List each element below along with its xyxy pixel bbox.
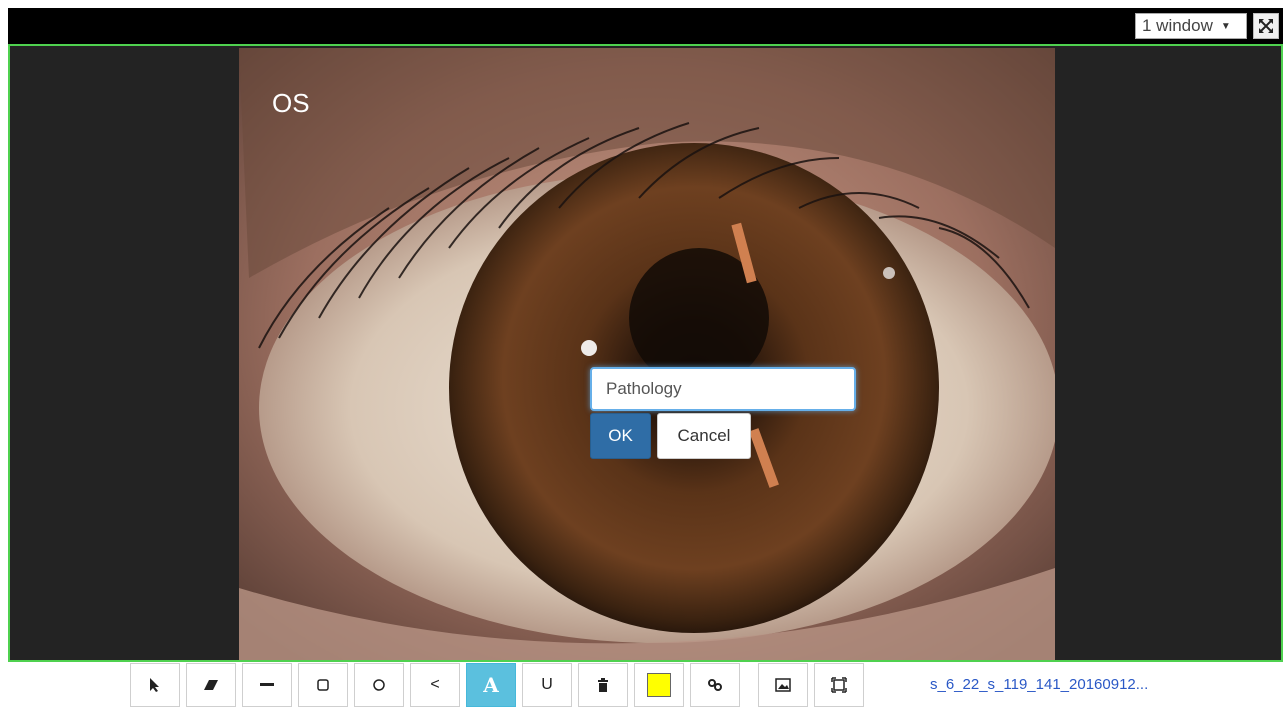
pointer-tool[interactable] bbox=[130, 663, 180, 707]
chevron-down-icon: ▼ bbox=[1220, 20, 1231, 32]
image-filename-link[interactable]: s_6_22_s_119_141_20160912... bbox=[930, 676, 1148, 693]
angle-icon: < bbox=[430, 676, 440, 693]
fullscreen-icon bbox=[1259, 19, 1273, 33]
annotation-text-input[interactable] bbox=[590, 367, 856, 411]
link-tool[interactable] bbox=[690, 663, 740, 707]
text-annotation-dialog: OK Cancel bbox=[590, 367, 856, 459]
u-shape-icon: U bbox=[541, 676, 553, 693]
cancel-button[interactable]: Cancel bbox=[657, 413, 751, 459]
image-tool[interactable] bbox=[758, 663, 808, 707]
trash-icon bbox=[598, 678, 608, 692]
text-tool[interactable]: A bbox=[466, 663, 516, 707]
text-icon: A bbox=[483, 673, 499, 697]
fit-tool[interactable] bbox=[814, 663, 864, 707]
annotation-toolbar: < A U bbox=[130, 663, 870, 707]
link-icon bbox=[708, 679, 722, 691]
image-icon bbox=[775, 678, 791, 692]
cursor-icon bbox=[150, 678, 159, 692]
fullscreen-button[interactable] bbox=[1253, 13, 1279, 39]
eraser-icon bbox=[204, 680, 218, 690]
square-icon bbox=[317, 679, 329, 691]
ok-button[interactable]: OK bbox=[590, 413, 651, 459]
image-viewport[interactable]: OS bbox=[8, 44, 1283, 662]
color-swatch-icon bbox=[647, 673, 671, 697]
line-icon bbox=[260, 683, 274, 686]
circle-icon bbox=[373, 679, 385, 691]
layout-select-value: 1 window bbox=[1142, 16, 1213, 35]
color-tool[interactable] bbox=[634, 663, 684, 707]
fit-screen-icon bbox=[831, 677, 847, 693]
eye-photo: OS bbox=[239, 48, 1055, 660]
freehand-tool[interactable]: U bbox=[522, 663, 572, 707]
eye-side-label: OS bbox=[272, 88, 310, 118]
circle-tool[interactable] bbox=[354, 663, 404, 707]
line-tool[interactable] bbox=[242, 663, 292, 707]
angle-tool[interactable]: < bbox=[410, 663, 460, 707]
delete-tool[interactable] bbox=[578, 663, 628, 707]
layout-select[interactable]: 1 window ▼ bbox=[1135, 13, 1247, 39]
eraser-tool[interactable] bbox=[186, 663, 236, 707]
top-bar: 1 window ▼ bbox=[8, 8, 1283, 44]
rectangle-tool[interactable] bbox=[298, 663, 348, 707]
